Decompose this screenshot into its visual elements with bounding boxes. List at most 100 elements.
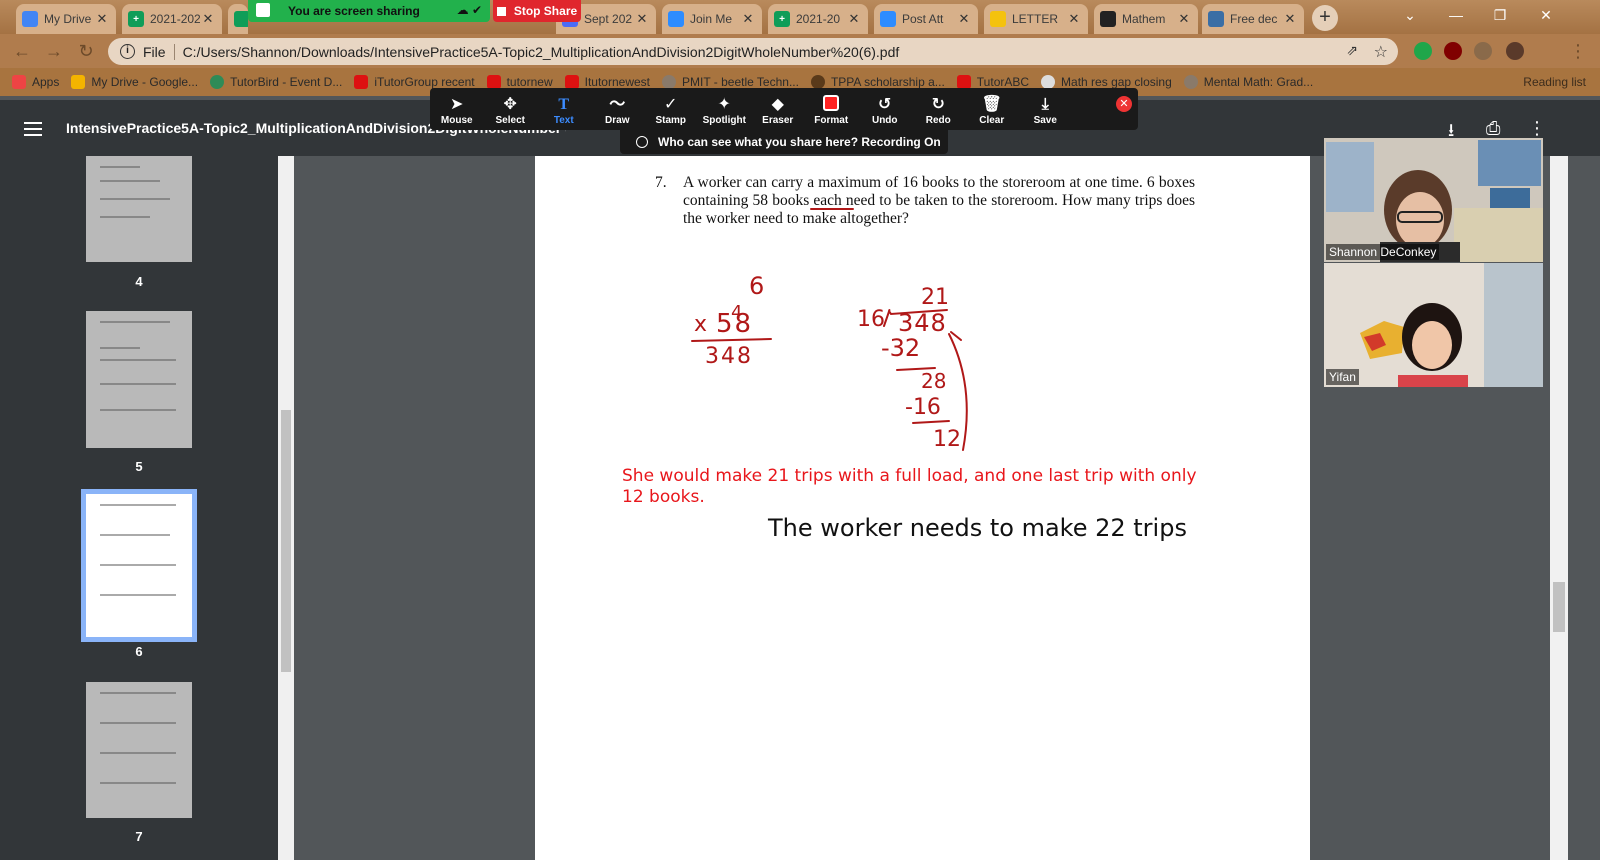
- tool-format[interactable]: Format: [805, 88, 859, 130]
- page-thumbnail[interactable]: [86, 311, 192, 448]
- tool-draw[interactable]: 〜 Draw: [591, 88, 645, 130]
- tool-mouse[interactable]: ➤ Mouse: [430, 88, 484, 130]
- tab-my-drive[interactable]: My Drive ✕: [16, 4, 116, 34]
- more-actions-icon[interactable]: ⋮: [1528, 118, 1546, 139]
- recording-notice[interactable]: Who can see what you share here? Recordi…: [620, 130, 948, 154]
- google-drive-icon: [71, 75, 86, 89]
- tab-title: Sept 202: [584, 12, 633, 26]
- bookmark-tutorabc[interactable]: TutorABC: [956, 75, 1029, 89]
- close-icon[interactable]: ✕: [1176, 11, 1192, 27]
- final-remainder: 12: [933, 427, 961, 452]
- tool-spotlight[interactable]: ✦ Spotlight: [698, 88, 752, 130]
- sheets-icon: +: [774, 11, 790, 27]
- bookmark-my-drive[interactable]: My Drive - Google...: [71, 75, 198, 89]
- tool-stamp[interactable]: ✓ Stamp: [644, 88, 698, 130]
- bookmark-itutornewest[interactable]: Itutornewest: [564, 75, 650, 89]
- new-tab-button[interactable]: +: [1312, 5, 1338, 31]
- tool-eraser[interactable]: ◆ Eraser: [751, 88, 805, 130]
- participant-name: Shannon DeConkey: [1326, 244, 1440, 260]
- tab-post-attendee[interactable]: Post Att ✕: [874, 4, 978, 34]
- bookmark-tppa[interactable]: TPPA scholarship a...: [810, 75, 945, 89]
- tab-letter[interactable]: LETTER ✕: [984, 4, 1088, 34]
- close-icon[interactable]: ✕: [1282, 11, 1298, 27]
- menu-icon[interactable]: [24, 122, 42, 136]
- bookmark-label: PMIT - beetle Techn...: [682, 75, 799, 89]
- close-icon[interactable]: ✕: [846, 11, 862, 27]
- main-scroll-thumb[interactable]: [1553, 582, 1565, 632]
- bookmark-math-res[interactable]: Math res gap closing: [1041, 75, 1172, 89]
- restore-icon[interactable]: ❐: [1478, 0, 1522, 30]
- extensions-puzzle-icon[interactable]: [1474, 42, 1492, 60]
- address-bar[interactable]: i File C:/Users/Shannon/Downloads/Intens…: [108, 38, 1398, 65]
- tab-math[interactable]: Mathem ✕: [1094, 4, 1198, 34]
- close-icon[interactable]: ✕: [956, 11, 972, 27]
- video-tile-shannon[interactable]: Shannon DeConkey: [1324, 138, 1543, 262]
- bookmark-itutorgroup[interactable]: iTutorGroup recent: [354, 75, 475, 89]
- share-screen-icon: [256, 3, 270, 17]
- share-banner-label: You are screen sharing: [288, 4, 420, 18]
- close-icon[interactable]: ✕: [634, 11, 650, 27]
- minimize-icon[interactable]: —: [1434, 0, 1478, 30]
- tab-sheet-1[interactable]: + 2021-202 ✕: [122, 4, 222, 34]
- thumb-text-line: [100, 321, 170, 323]
- thumb-text-line: [100, 383, 176, 385]
- reload-icon[interactable]: ↻: [74, 39, 98, 63]
- close-icon[interactable]: ✕: [200, 11, 216, 27]
- extension-green-icon[interactable]: [1414, 42, 1432, 60]
- bookmark-tutorbird[interactable]: TutorBird - Event D...: [210, 75, 342, 89]
- ublock-icon[interactable]: [1444, 42, 1462, 60]
- close-annotation-icon[interactable]: ✕: [1116, 96, 1132, 112]
- tab-sheet-2[interactable]: [228, 4, 248, 34]
- bookmark-pmit[interactable]: PMIT - beetle Techn...: [662, 75, 799, 89]
- back-icon[interactable]: ←: [10, 39, 34, 63]
- tool-redo[interactable]: ↻ Redo: [912, 88, 966, 130]
- more-menu-icon[interactable]: ⋮: [1566, 39, 1590, 63]
- squiggle-icon: 〜: [609, 96, 626, 113]
- page-thumbnail[interactable]: [86, 156, 192, 262]
- tutorbird-icon: [210, 75, 225, 89]
- thumb-text-line: [100, 782, 176, 784]
- forward-icon[interactable]: →: [42, 39, 66, 63]
- eraser-icon: ◆: [771, 96, 784, 113]
- thumb-page-number: 5: [135, 459, 143, 474]
- info-icon[interactable]: i: [120, 44, 135, 59]
- tab-join-meeting[interactable]: Join Me ✕: [662, 4, 762, 34]
- tool-label: Redo: [925, 115, 951, 126]
- tool-undo[interactable]: ↺ Undo: [858, 88, 912, 130]
- print-icon[interactable]: ⎙: [1486, 118, 1500, 139]
- browser-toolbar: ← → ↻ i File C:/Users/Shannon/Downloads/…: [0, 34, 1600, 68]
- window-close-icon[interactable]: ✕: [1524, 0, 1568, 30]
- page-thumbnail-selected[interactable]: [81, 489, 197, 642]
- share-page-icon[interactable]: ⇗: [1346, 42, 1358, 59]
- video-tile-yifan[interactable]: Yifan: [1324, 263, 1543, 387]
- bookmark-mental-math[interactable]: Mental Math: Grad...: [1183, 75, 1313, 89]
- close-icon[interactable]: ✕: [740, 11, 756, 27]
- close-icon[interactable]: ✕: [1066, 11, 1082, 27]
- tab-free-dec[interactable]: Free dec ✕: [1202, 4, 1304, 34]
- thumb-page-number: 7: [135, 829, 143, 844]
- tool-text[interactable]: T Text: [537, 88, 591, 130]
- bookmark-tutornew[interactable]: tutornew: [486, 75, 553, 89]
- person-icon: [636, 136, 648, 148]
- bookmark-star-icon[interactable]: ☆: [1374, 42, 1388, 62]
- sidebar-scroll-thumb[interactable]: [281, 410, 291, 672]
- profile-avatar[interactable]: [1506, 42, 1524, 60]
- close-icon[interactable]: ✕: [94, 11, 110, 27]
- bookmark-apps[interactable]: Apps: [12, 75, 59, 89]
- sheets-icon: +: [128, 11, 144, 27]
- tab-search-icon[interactable]: ⌄: [1388, 0, 1432, 30]
- tool-label: Select: [495, 115, 525, 126]
- main-scrollbar[interactable]: [1550, 156, 1568, 860]
- address-scheme: File: [143, 43, 175, 60]
- stop-share-button[interactable]: Stop Share: [493, 0, 581, 22]
- arrow-head: [950, 331, 962, 341]
- reading-list-button[interactable]: Reading list: [1523, 75, 1586, 89]
- thumb-text-line: [100, 359, 176, 361]
- participant-name: Yifan: [1326, 369, 1359, 385]
- tool-select[interactable]: ✥ Select: [484, 88, 538, 130]
- tool-save[interactable]: ⤓ Save: [1019, 88, 1073, 130]
- tab-sheet-3[interactable]: + 2021-20 ✕: [768, 4, 868, 34]
- page-thumbnail[interactable]: [86, 682, 192, 818]
- tool-clear[interactable]: 🗑 Clear: [965, 88, 1019, 130]
- bookmark-label: Itutornewest: [584, 75, 650, 89]
